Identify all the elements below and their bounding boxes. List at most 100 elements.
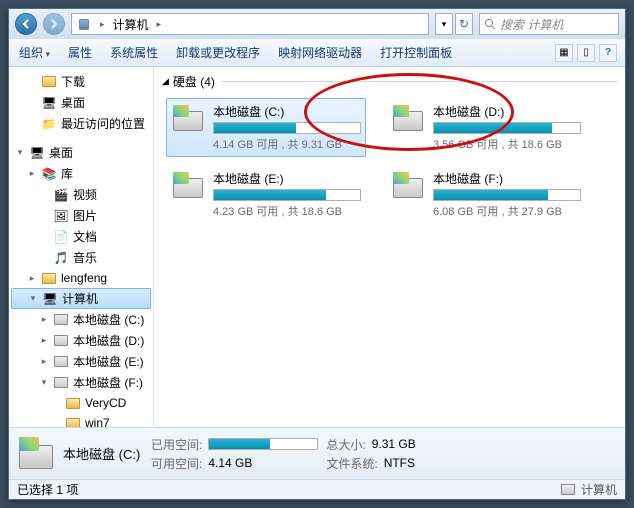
toolbar-system-properties[interactable]: 系统属性 [108, 42, 160, 63]
details-title: 本地磁盘 (C:) [63, 444, 143, 463]
sidebar-item[interactable] [11, 134, 151, 142]
chevron-right-icon: ▸ [153, 19, 166, 30]
used-space-label: 已用空间: [151, 436, 202, 453]
free-space-label: 可用空间: [151, 455, 202, 472]
sidebar-item-label: 桌面 [49, 144, 73, 161]
toolbar-organize[interactable]: 组织 [17, 42, 52, 63]
drv-icon [53, 354, 69, 370]
drive-tile[interactable]: 本地磁盘 (E:)4.23 GB 可用 , 共 18.6 GB [166, 165, 366, 224]
expand-icon: ▾ [15, 147, 25, 158]
sidebar-item-label: VeryCD [85, 396, 126, 410]
expand-icon: ▾ [28, 293, 38, 304]
sidebar-item-label: 图片 [73, 207, 97, 224]
drive-tile[interactable]: 本地磁盘 (F:) 6.08 GB 可用 , 共 27.9 GB [386, 165, 586, 224]
explorer-window: ▸ 计算机 ▸ ▾ ↻ 搜索 计算机 组织 属性 系统属性 卸载或更改程序 映射… [8, 8, 626, 500]
refresh-button[interactable]: ↻ [455, 13, 473, 35]
expand-icon: ▾ [39, 377, 49, 388]
sidebar-item[interactable]: ▸lengfeng [11, 268, 151, 288]
filesystem-label: 文件系统: [326, 455, 377, 472]
details-pane: 本地磁盘 (C:) 已用空间: 可用空间:4.14 GB 总大小:9.31 GB… [9, 427, 625, 479]
main-content: ◢ 硬盘 (4) 本地磁盘 (C:) 4.14 GB 可用 , 共 9.31 GB… [154, 67, 625, 427]
fld-icon [65, 415, 81, 427]
drive-name: 本地磁盘 (F:) [433, 170, 581, 187]
toolbar-uninstall[interactable]: 卸载或更改程序 [174, 42, 262, 63]
sidebar-item[interactable]: ▸本地磁盘 (C:) [11, 309, 151, 330]
sidebar-item-label: 本地磁盘 (F:) [73, 374, 143, 391]
search-input[interactable]: 搜索 计算机 [479, 13, 619, 35]
status-bar: 已选择 1 项 计算机 [9, 479, 625, 499]
lib-icon: 📚 [41, 166, 57, 182]
sidebar-item-label: 本地磁盘 (D:) [73, 332, 144, 349]
nav-sidebar: 下载🖥桌面📁最近访问的位置▾🖥桌面▸📚库🎬视频🖼图片📄文档🎵音乐▸lengfen… [9, 67, 154, 427]
sidebar-item-label: 下载 [61, 73, 85, 90]
nav-back-button[interactable] [15, 13, 37, 35]
arrow-right-icon [49, 19, 59, 29]
drive-usage-bar [433, 189, 581, 201]
sidebar-item-label: 视频 [73, 186, 97, 203]
collapse-icon: ◢ [162, 76, 169, 87]
sidebar-item[interactable]: win7 [11, 413, 151, 427]
sidebar-item-label: 桌面 [61, 94, 85, 111]
sidebar-item[interactable]: ▸本地磁盘 (D:) [11, 330, 151, 351]
drv-icon [53, 333, 69, 349]
drive-usage-bar [213, 189, 361, 201]
computer-icon [72, 16, 96, 32]
group-header-drives[interactable]: ◢ 硬盘 (4) [162, 71, 617, 92]
sidebar-item[interactable]: ▸本地磁盘 (E:) [11, 351, 151, 372]
sidebar-item[interactable]: ▾ 本地磁盘 (F:) [11, 372, 151, 393]
expand-icon: ▸ [39, 314, 49, 325]
used-space-bar [208, 438, 318, 450]
sidebar-item[interactable]: 🎬视频 [11, 184, 151, 205]
fld-icon [65, 395, 81, 411]
toolbar-map-network[interactable]: 映射网络驱动器 [276, 42, 364, 63]
recent-icon: 📁 [41, 116, 57, 132]
drive-icon [391, 170, 425, 204]
sidebar-item[interactable]: ▾ 🖥桌面 [11, 142, 151, 163]
toolbar-properties[interactable]: 属性 [66, 42, 94, 63]
drive-tile[interactable]: 本地磁盘 (C:) 4.14 GB 可用 , 共 9.31 GB [166, 98, 366, 157]
drive-subtext: 6.08 GB 可用 , 共 27.9 GB [433, 203, 581, 219]
sidebar-item[interactable]: 🖼图片 [11, 205, 151, 226]
breadcrumb[interactable]: ▸ 计算机 ▸ [71, 13, 429, 35]
drive-name: 本地磁盘 (E:) [213, 170, 361, 187]
drive-name: 本地磁盘 (D:) [433, 103, 581, 120]
drive-icon [17, 435, 55, 473]
drv-icon [53, 375, 69, 391]
total-size-label: 总大小: [326, 436, 365, 453]
sidebar-item[interactable]: 📄文档 [11, 226, 151, 247]
history-dropdown[interactable]: ▾ [435, 13, 453, 35]
sidebar-item[interactable]: 📁最近访问的位置 [11, 113, 151, 134]
sidebar-item[interactable]: VeryCD [11, 393, 151, 413]
status-text: 已选择 1 项 [17, 481, 78, 498]
toolbar-control-panel[interactable]: 打开控制面板 [378, 42, 454, 63]
drive-usage-bar [213, 122, 361, 134]
drive-tile[interactable]: 本地磁盘 (D:) 3.56 GB 可用 , 共 18.6 GB [386, 98, 586, 157]
total-size-value: 9.31 GB [372, 437, 416, 451]
drive-subtext: 4.14 GB 可用 , 共 9.31 GB [213, 136, 361, 152]
sidebar-item[interactable]: 🎵音乐 [11, 247, 151, 268]
doc-icon: 📄 [53, 229, 69, 245]
pic-icon: 🖼 [53, 208, 69, 224]
drive-name: 本地磁盘 (C:) [213, 103, 361, 120]
desk-icon: 🖥 [29, 145, 45, 161]
arrow-left-icon [21, 19, 31, 29]
sidebar-item[interactable]: 🖥桌面 [11, 92, 151, 113]
toolbar: 组织 属性 系统属性 卸载或更改程序 映射网络驱动器 打开控制面板 ▦ ▯ ? [9, 39, 625, 67]
drive-icon [171, 103, 205, 137]
help-button[interactable]: ? [599, 44, 617, 62]
vid-icon: 🎬 [53, 187, 69, 203]
sidebar-item-label: 本地磁盘 (E:) [73, 353, 144, 370]
sidebar-item[interactable]: 下载 [11, 71, 151, 92]
drive-subtext: 3.56 GB 可用 , 共 18.6 GB [433, 136, 581, 152]
nav-forward-button[interactable] [43, 13, 65, 35]
sidebar-item-label: 文档 [73, 228, 97, 245]
expand-icon: ▸ [27, 273, 37, 284]
sidebar-item[interactable]: ▸📚库 [11, 163, 151, 184]
view-button[interactable]: ▦ [555, 44, 573, 62]
fld-icon [41, 270, 57, 286]
preview-pane-button[interactable]: ▯ [577, 44, 595, 62]
breadcrumb-segment[interactable]: 计算机 [109, 16, 153, 33]
sidebar-item[interactable]: ▾🖥计算机 [11, 288, 151, 309]
fld-icon [41, 74, 57, 90]
sidebar-item-label: 计算机 [62, 290, 98, 307]
